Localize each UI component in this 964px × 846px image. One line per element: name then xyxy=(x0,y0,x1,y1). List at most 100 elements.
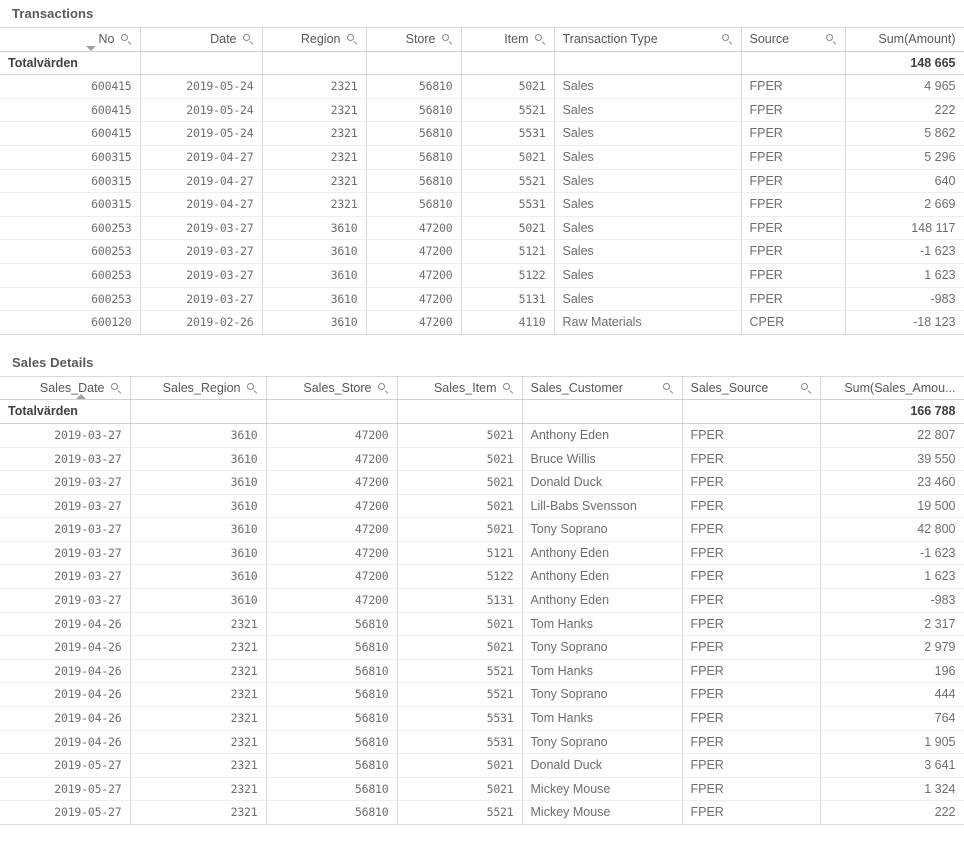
cell-sum-sales-amou[interactable]: 22 807 xyxy=(820,423,964,448)
table-row[interactable]: 600120 2019-02-26 3610 47200 4110 Raw Materia… xyxy=(0,310,964,335)
cell-sales-item[interactable]: 5021 xyxy=(397,635,523,660)
cell-sales-date[interactable]: 2019-04-26 xyxy=(0,730,131,755)
cell-sum-amount[interactable]: -18 123 xyxy=(845,310,964,335)
cell-sales-source[interactable]: FPER xyxy=(682,753,821,778)
column-header-sum-amount[interactable]: Sum(Amount) xyxy=(845,27,964,52)
table-row[interactable]: 600253 2019-03-27 3610 47200 5131 Sales FPER -9… xyxy=(0,287,964,312)
cell-sales-item[interactable]: 5021 xyxy=(397,423,523,448)
search-icon[interactable] xyxy=(662,382,674,394)
cell-transaction-type[interactable]: Sales xyxy=(554,98,742,123)
cell-no[interactable]: 600315 xyxy=(0,145,141,170)
cell-sales-source[interactable]: FPER xyxy=(682,730,821,755)
cell-sales-customer[interactable]: Donald Duck xyxy=(522,753,683,778)
table-row[interactable]: 2019-03-27 3610 47200 5021 Donald Duck FPER 23… xyxy=(0,470,964,495)
cell-sales-customer[interactable]: Tom Hanks xyxy=(522,659,683,684)
cell-sales-source[interactable]: FPER xyxy=(682,470,821,495)
cell-sales-customer[interactable]: Bruce Willis xyxy=(522,447,683,472)
cell-item[interactable]: 5021 xyxy=(461,74,555,99)
table-row[interactable]: 2019-05-27 2321 56810 5021 Mickey Mouse FPER 1… xyxy=(0,777,964,802)
column-header-sales-source[interactable]: Sales_Source xyxy=(682,375,821,401)
cell-sum-amount[interactable]: 5 296 xyxy=(845,145,964,170)
table-row[interactable]: 2019-03-27 3610 47200 5021 Anthony Eden FPER 2… xyxy=(0,423,964,448)
cell-sum-sales-amou[interactable]: 444 xyxy=(820,682,964,708)
cell-date[interactable]: 2019-02-26 xyxy=(140,310,263,335)
cell-sum-amount[interactable]: 5 862 xyxy=(845,121,964,146)
cell-sales-item[interactable]: 5021 xyxy=(397,447,523,472)
search-icon[interactable] xyxy=(110,382,122,394)
cell-date[interactable]: 2019-03-27 xyxy=(140,216,263,241)
cell-sales-store[interactable]: 56810 xyxy=(266,682,398,708)
cell-sales-date[interactable]: 2019-04-26 xyxy=(0,635,131,660)
cell-sales-date[interactable]: 2019-03-27 xyxy=(0,494,131,519)
cell-sales-customer[interactable]: Tony Soprano xyxy=(522,730,683,755)
cell-item[interactable]: 5131 xyxy=(461,287,555,312)
search-icon[interactable] xyxy=(825,33,837,45)
table-row[interactable]: 2019-03-27 3610 47200 5021 Bruce Willis FPER 3… xyxy=(0,447,964,472)
table-row[interactable]: 2019-05-27 2321 56810 5521 Mickey Mouse FPER 2… xyxy=(0,800,964,825)
column-header-source[interactable]: Source xyxy=(741,27,846,52)
cell-sales-source[interactable]: FPER xyxy=(682,588,821,613)
cell-sum-amount[interactable]: 1 623 xyxy=(845,263,964,288)
cell-item[interactable]: 4110 xyxy=(461,310,555,335)
cell-sum-sales-amou[interactable]: 1 905 xyxy=(820,730,964,755)
cell-source[interactable]: FPER xyxy=(741,192,846,217)
table-row[interactable]: 600315 2019-04-27 2321 56810 5531 Sales FPER 2 … xyxy=(0,192,964,217)
cell-sales-region[interactable]: 2321 xyxy=(130,800,267,825)
cell-no[interactable]: 600415 xyxy=(0,74,141,99)
cell-source[interactable]: FPER xyxy=(741,216,846,241)
cell-sales-item[interactable]: 5021 xyxy=(397,517,523,542)
cell-sales-date[interactable]: 2019-03-27 xyxy=(0,541,131,566)
cell-store[interactable]: 56810 xyxy=(366,121,462,146)
cell-source[interactable]: CPER xyxy=(741,310,846,335)
cell-sales-item[interactable]: 5531 xyxy=(397,730,523,755)
cell-sales-source[interactable]: FPER xyxy=(682,517,821,542)
cell-date[interactable]: 2019-03-27 xyxy=(140,263,263,288)
table-row[interactable]: 2019-04-26 2321 56810 5021 Tom Hanks FPER 2 31… xyxy=(0,612,964,637)
cell-store[interactable]: 56810 xyxy=(366,145,462,170)
cell-sales-customer[interactable]: Donald Duck xyxy=(522,470,683,495)
search-icon[interactable] xyxy=(242,33,254,45)
cell-no[interactable]: 600253 xyxy=(0,263,141,288)
table-row[interactable]: 600253 2019-03-27 3610 47200 5021 Sales FPER 14… xyxy=(0,216,964,241)
cell-sales-item[interactable]: 5121 xyxy=(397,541,523,566)
table-row[interactable]: 2019-03-27 3610 47200 5021 Lill-Babs Svensso… xyxy=(0,494,964,519)
cell-region[interactable]: 3610 xyxy=(262,287,367,312)
cell-sales-source[interactable]: FPER xyxy=(682,612,821,637)
cell-source[interactable]: FPER xyxy=(741,145,846,170)
cell-sales-region[interactable]: 2321 xyxy=(130,659,267,684)
cell-sales-source[interactable]: FPER xyxy=(682,423,821,448)
column-header-no[interactable]: No xyxy=(0,27,141,52)
column-header-item[interactable]: Item xyxy=(461,27,555,52)
cell-sales-store[interactable]: 47200 xyxy=(266,588,398,613)
cell-item[interactable]: 5122 xyxy=(461,263,555,288)
cell-store[interactable]: 47200 xyxy=(366,310,462,335)
column-header-sales-region[interactable]: Sales_Region xyxy=(130,375,267,401)
cell-sales-store[interactable]: 47200 xyxy=(266,447,398,472)
cell-sum-amount[interactable]: -983 xyxy=(845,287,964,312)
cell-source[interactable]: FPER xyxy=(741,287,846,312)
cell-date[interactable]: 2019-04-27 xyxy=(140,192,263,217)
search-icon[interactable] xyxy=(346,33,358,45)
column-header-store[interactable]: Store xyxy=(366,27,462,52)
cell-region[interactable]: 2321 xyxy=(262,145,367,170)
cell-sales-date[interactable]: 2019-04-26 xyxy=(0,612,131,637)
column-header-date[interactable]: Date xyxy=(140,27,263,52)
cell-sales-region[interactable]: 3610 xyxy=(130,517,267,542)
cell-sum-amount[interactable]: 148 117 xyxy=(845,216,964,241)
column-header-sales-store[interactable]: Sales_Store xyxy=(266,375,398,401)
cell-store[interactable]: 47200 xyxy=(366,216,462,241)
cell-store[interactable]: 56810 xyxy=(366,98,462,123)
cell-sales-customer[interactable]: Tony Soprano xyxy=(522,635,683,660)
table-row[interactable]: 600253 2019-03-27 3610 47200 5122 Sales FPER 1 … xyxy=(0,263,964,288)
cell-source[interactable]: FPER xyxy=(741,263,846,288)
cell-no[interactable]: 600415 xyxy=(0,121,141,146)
cell-sales-source[interactable]: FPER xyxy=(682,635,821,660)
search-icon[interactable] xyxy=(377,382,389,394)
cell-region[interactable]: 3610 xyxy=(262,263,367,288)
cell-sum-amount[interactable]: 2 669 xyxy=(845,192,964,217)
cell-sales-customer[interactable]: Tony Soprano xyxy=(522,517,683,542)
cell-sales-region[interactable]: 2321 xyxy=(130,730,267,755)
table-row[interactable]: 600415 2019-05-24 2321 56810 5521 Sales FPER 22… xyxy=(0,98,964,123)
cell-sum-sales-amou[interactable]: 1 324 xyxy=(820,777,964,802)
cell-sales-store[interactable]: 56810 xyxy=(266,753,398,778)
